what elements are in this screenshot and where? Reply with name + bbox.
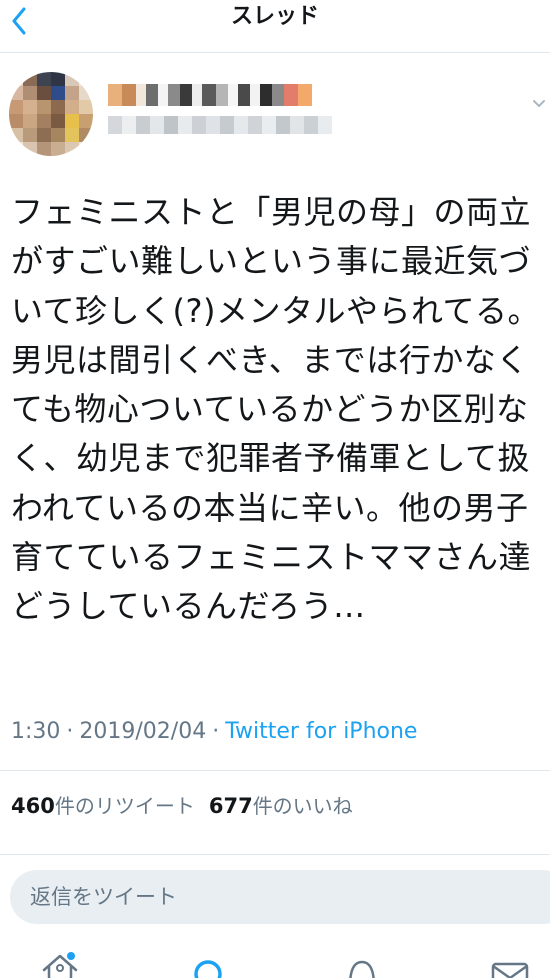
tab-home[interactable] [40,950,80,978]
retweets-count: 460 [11,794,55,818]
reply-placeholder: 返信をツイート [30,885,177,909]
divider [0,854,550,855]
likes-count: 677 [208,794,253,818]
handle-pixelated [108,116,332,134]
tweet-source-link[interactable]: Twitter for iPhone [225,719,417,744]
display-name-pixelated[interactable] [108,84,312,106]
pixelated-avatar-image [9,72,93,156]
likes-stat[interactable]: 677件のいいね [209,794,353,818]
header-bar: スレッド [0,0,550,53]
divider [0,770,550,771]
retweets-stat[interactable]: 460件のリツイート [11,794,195,818]
tab-messages[interactable] [490,960,530,978]
tweet-meta: 1:30 · 2019/02/04 · Twitter for iPhone [11,716,417,748]
meta-separator: · [66,719,74,744]
reply-input[interactable]: 返信をツイート [10,870,550,924]
tweet-text: フェミニストと「男児の母」の両立がすごい難しいという事に最近気づいて珍しく(?)… [11,193,541,626]
envelope-icon [491,962,529,978]
tweet-time: 1:30 [11,719,61,744]
tweet-date: 2019/02/04 [79,719,207,744]
likes-label: 件のいいね [252,794,353,818]
chevron-down-icon [533,100,545,107]
tweet-stats: 460件のリツイート 677件のいいね [11,790,353,822]
bell-icon [349,960,375,978]
thread-screen: スレッド フェミニストと「男児の母」の両立がすごい難しいという事に最近気づいて珍… [0,0,550,978]
page-title: スレッド [230,4,319,29]
retweets-label: 件のリツイート [54,794,195,818]
home-icon [42,952,78,978]
meta-separator: · [212,719,220,744]
search-icon [194,960,222,978]
tab-search[interactable] [190,958,230,978]
tab-notifications[interactable] [342,958,382,978]
avatar[interactable] [9,72,93,156]
tweet-options-button[interactable] [532,94,546,107]
